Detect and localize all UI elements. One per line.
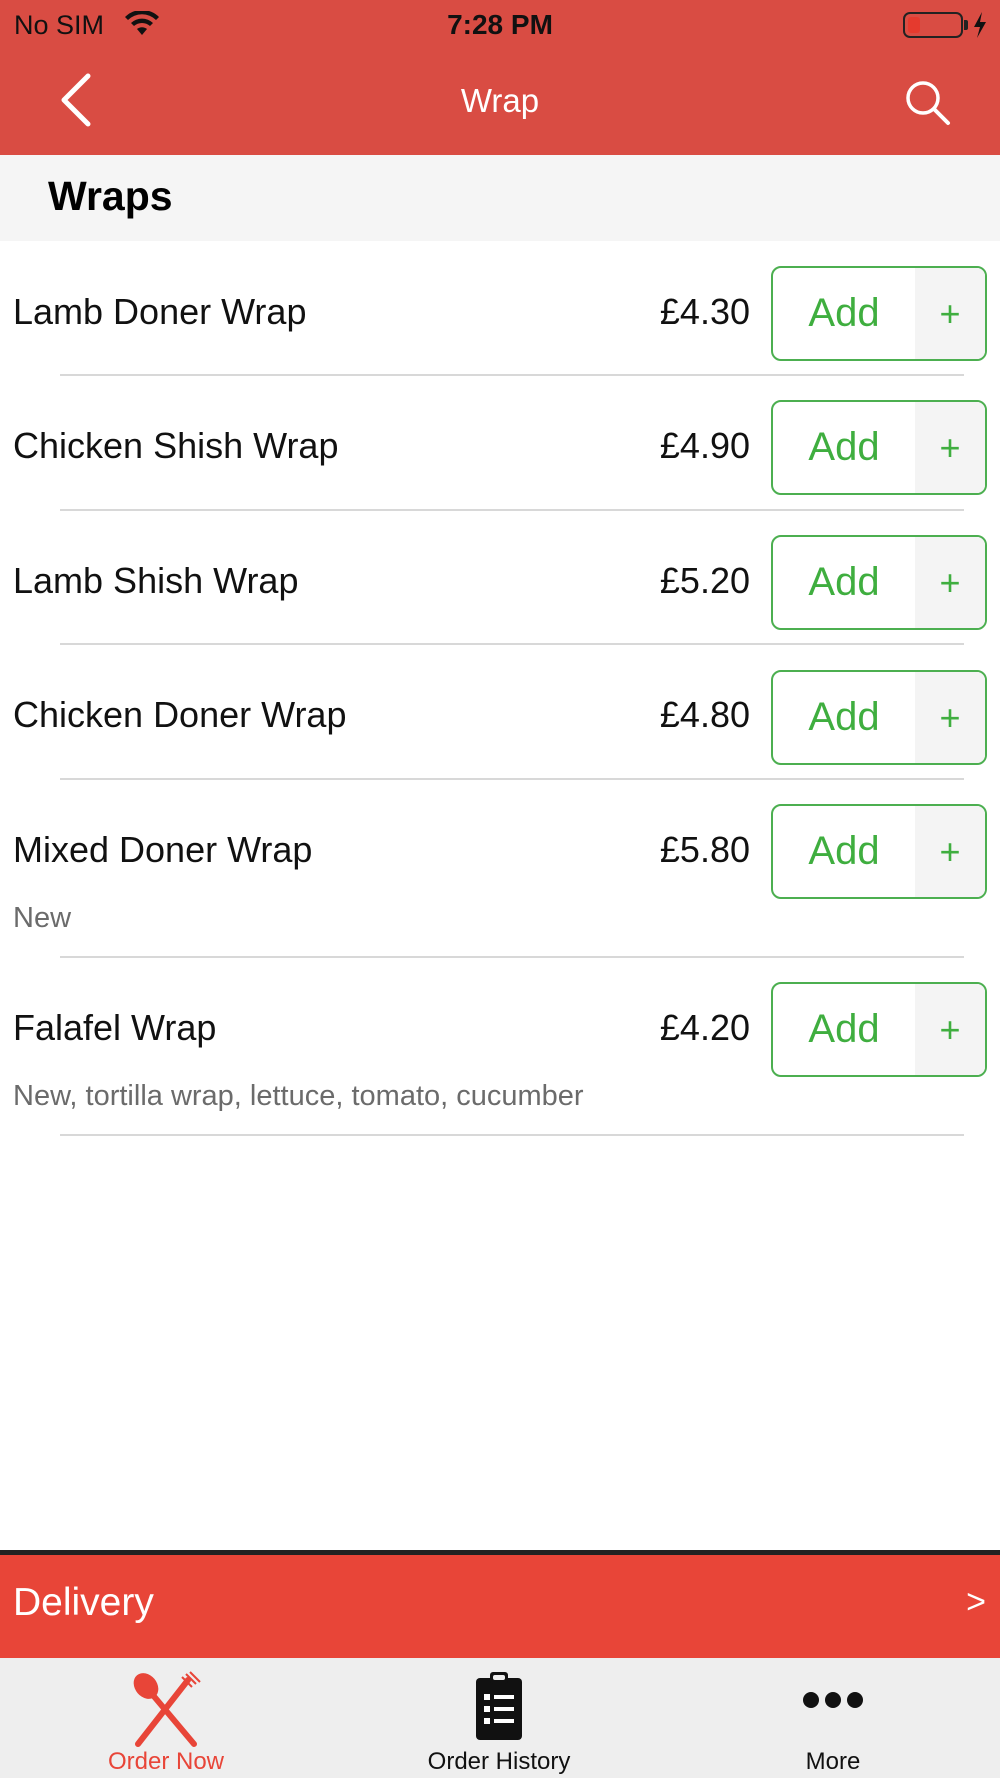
tab-more[interactable]: More bbox=[683, 1658, 983, 1778]
plus-icon: + bbox=[915, 672, 985, 763]
fork-knife-icon bbox=[133, 1671, 201, 1747]
tab-label: More bbox=[805, 1748, 861, 1775]
search-icon[interactable] bbox=[903, 78, 953, 128]
item-description: New, tortilla wrap, lettuce, tomato, cuc… bbox=[13, 1080, 584, 1112]
item-name: Chicken Shish Wrap bbox=[13, 425, 339, 466]
menu-item: Mixed Doner Wrap £5.80 New Add + bbox=[0, 779, 1000, 958]
add-label: Add bbox=[808, 425, 880, 469]
plus-icon: + bbox=[915, 402, 985, 493]
add-button[interactable]: Add + bbox=[771, 804, 987, 899]
item-price: £4.90 bbox=[659, 425, 750, 466]
battery-icon bbox=[903, 12, 963, 38]
item-price: £4.20 bbox=[659, 1007, 750, 1048]
plus-icon: + bbox=[915, 806, 985, 897]
clipboard-list-icon bbox=[476, 1672, 522, 1740]
add-label: Add bbox=[808, 1007, 880, 1051]
item-price: £4.80 bbox=[659, 694, 750, 735]
clock: 7:28 PM bbox=[447, 9, 553, 40]
plus-icon: + bbox=[915, 984, 985, 1075]
add-button[interactable]: Add + bbox=[771, 982, 987, 1077]
tab-label: Order Now bbox=[107, 1748, 225, 1775]
tab-bar: Order Now Order History More bbox=[0, 1658, 1000, 1778]
item-name: Lamb Doner Wrap bbox=[13, 291, 307, 332]
add-label: Add bbox=[808, 695, 880, 739]
item-price: £5.20 bbox=[659, 560, 750, 601]
battery-cap bbox=[964, 20, 968, 30]
plus-icon: + bbox=[915, 537, 985, 628]
plus-icon: + bbox=[915, 268, 985, 359]
charging-bolt-icon bbox=[974, 12, 986, 38]
status-bar: No SIM 7:28 PM bbox=[0, 0, 1000, 50]
tab-label: Order History bbox=[427, 1748, 571, 1775]
chevron-right-icon: > bbox=[966, 1583, 986, 1621]
more-dots-icon bbox=[803, 1692, 863, 1708]
menu-item: Falafel Wrap £4.20 New, tortilla wrap, l… bbox=[0, 957, 1000, 1136]
tab-order-now[interactable]: Order Now bbox=[16, 1658, 316, 1778]
item-price: £5.80 bbox=[659, 829, 750, 870]
add-label: Add bbox=[808, 560, 880, 604]
section-title: Wraps bbox=[48, 173, 173, 219]
add-button[interactable]: Add + bbox=[771, 266, 987, 361]
item-description: New bbox=[13, 902, 72, 934]
add-button[interactable]: Add + bbox=[771, 400, 987, 495]
menu-item: Lamb Doner Wrap £4.30 Add + bbox=[0, 241, 1000, 376]
menu-item: Lamb Shish Wrap £5.20 Add + bbox=[0, 510, 1000, 645]
add-button[interactable]: Add + bbox=[771, 670, 987, 765]
delivery-bar[interactable]: Delivery > bbox=[0, 1550, 1000, 1658]
add-label: Add bbox=[808, 291, 880, 335]
item-name: Mixed Doner Wrap bbox=[13, 829, 313, 870]
section-header: Wraps bbox=[0, 155, 1000, 241]
item-name: Falafel Wrap bbox=[13, 1007, 217, 1048]
item-name: Lamb Shish Wrap bbox=[13, 560, 299, 601]
divider bbox=[60, 1134, 964, 1136]
menu-item: Chicken Doner Wrap £4.80 Add + bbox=[0, 644, 1000, 780]
app-header: No SIM 7:28 PM Wrap bbox=[0, 0, 1000, 155]
item-price: £4.30 bbox=[659, 291, 750, 332]
menu-item: Chicken Shish Wrap £4.90 Add + bbox=[0, 375, 1000, 511]
delivery-label: Delivery bbox=[13, 1581, 154, 1624]
item-name: Chicken Doner Wrap bbox=[13, 694, 347, 735]
nav-title: Wrap bbox=[460, 82, 540, 119]
tab-order-history[interactable]: Order History bbox=[349, 1658, 649, 1778]
add-label: Add bbox=[808, 829, 880, 873]
add-button[interactable]: Add + bbox=[771, 535, 987, 630]
